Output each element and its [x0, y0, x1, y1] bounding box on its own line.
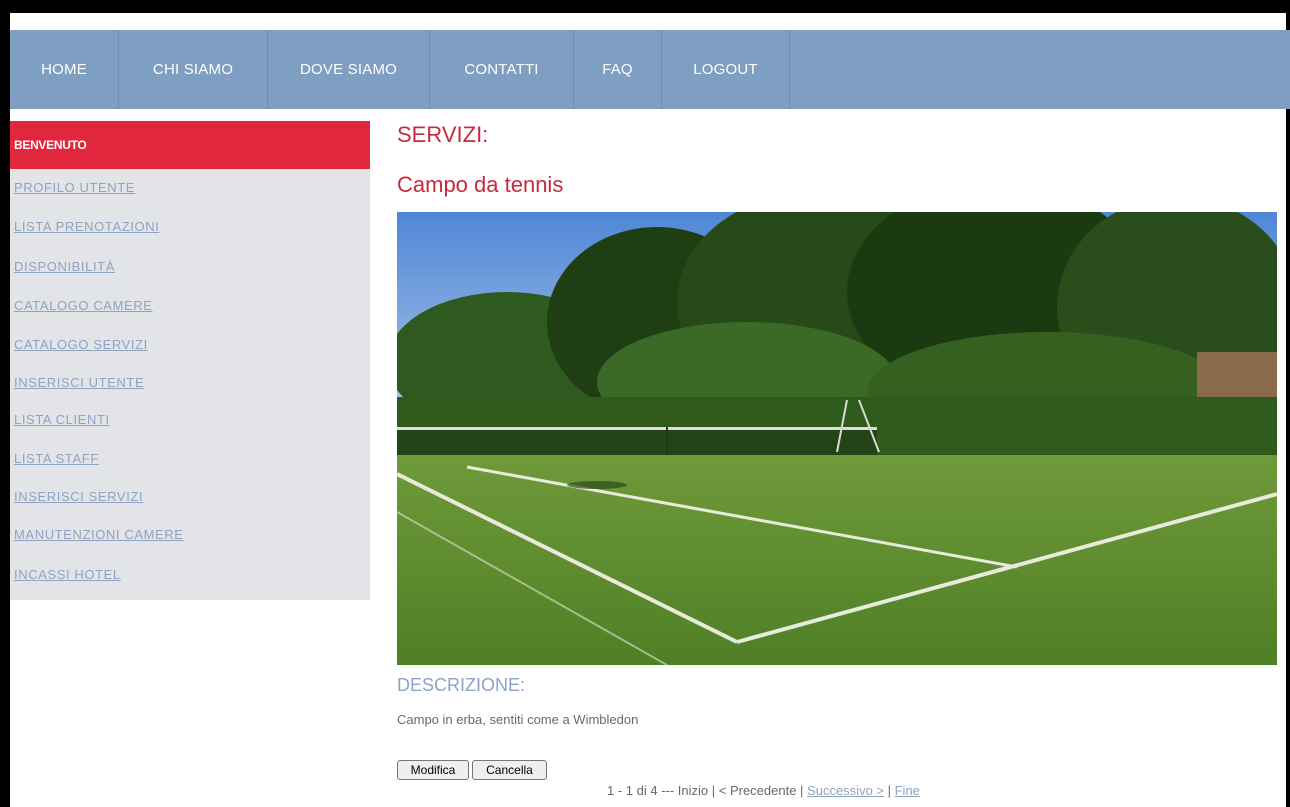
page-top-strip	[10, 13, 1286, 30]
description-label: DESCRIZIONE:	[397, 675, 526, 695]
nav-dove-siamo-label: DOVE SIAMO	[299, 61, 398, 78]
sidebar-item-incassi-hotel[interactable]: INCASSI HOTEL	[14, 567, 121, 582]
nav-logout-label: LOGOUT	[693, 61, 758, 78]
delete-button[interactable]: Cancella	[472, 760, 547, 780]
nav-faq-label: FAQ	[602, 61, 633, 78]
edit-button[interactable]: Modifica	[397, 760, 469, 780]
service-photo	[397, 212, 1277, 665]
main-navbar: HOME CHI SIAMO DOVE SIAMO CONTATTI FAQ L…	[10, 30, 1290, 109]
nav-chi-siamo[interactable]: CHI SIAMO	[119, 30, 268, 109]
window-border-right	[1286, 0, 1290, 807]
sidebar-item-catalogo-camere[interactable]: CATALOGO CAMERE	[14, 298, 153, 313]
service-name: Campo da tennis	[397, 172, 564, 197]
nav-home[interactable]: HOME	[10, 30, 119, 109]
sidebar-item-disponibilita[interactable]: DISPONIBILITÀ	[14, 259, 115, 274]
sidebar-header: BENVENUTO	[10, 121, 370, 169]
sidebar-item-lista-clienti[interactable]: LISTA CLIENTI	[14, 412, 110, 427]
pagination-next-link[interactable]: Successivo >	[807, 783, 884, 798]
nav-logout[interactable]: LOGOUT	[662, 30, 790, 109]
sidebar-item-profilo-utente[interactable]: PROFILO UTENTE	[14, 180, 135, 195]
sidebar-item-lista-staff[interactable]: LISTA STAFF	[14, 451, 99, 466]
pagination: 1 - 1 di 4 --- Inizio | < Precedente | S…	[607, 783, 920, 798]
sidebar-item-catalogo-servizi[interactable]: CATALOGO SERVIZI	[14, 337, 148, 352]
sidebar-item-manutenzioni-camere[interactable]: MANUTENZIONI CAMERE	[14, 527, 184, 542]
window-border-left	[0, 0, 10, 807]
nav-contatti-label: CONTATTI	[464, 61, 539, 78]
description-text: Campo in erba, sentiti come a Wimbledon	[397, 712, 639, 727]
pagination-last-link[interactable]: Fine	[895, 783, 920, 798]
nav-chi-siamo-label: CHI SIAMO	[152, 61, 234, 78]
nav-faq[interactable]: FAQ	[574, 30, 662, 109]
sidebar-item-inserisci-servizi[interactable]: INSERISCI SERVIZI	[14, 489, 143, 504]
nav-home-label: HOME	[41, 61, 87, 78]
sidebar: BENVENUTO PROFILO UTENTE LISTA PRENOTAZI…	[10, 121, 370, 600]
sidebar-item-lista-prenotazioni[interactable]: LISTA PRENOTAZIONI	[14, 219, 159, 234]
sidebar-item-inserisci-utente[interactable]: INSERISCI UTENTE	[14, 375, 144, 390]
window-border-top	[0, 0, 1290, 13]
section-title: SERVIZI:	[397, 122, 489, 147]
pagination-separator: |	[884, 783, 895, 798]
pagination-summary: 1 - 1 di 4 --- Inizio | < Precedente |	[607, 783, 808, 798]
nav-contatti[interactable]: CONTATTI	[430, 30, 574, 109]
nav-dove-siamo[interactable]: DOVE SIAMO	[268, 30, 430, 109]
